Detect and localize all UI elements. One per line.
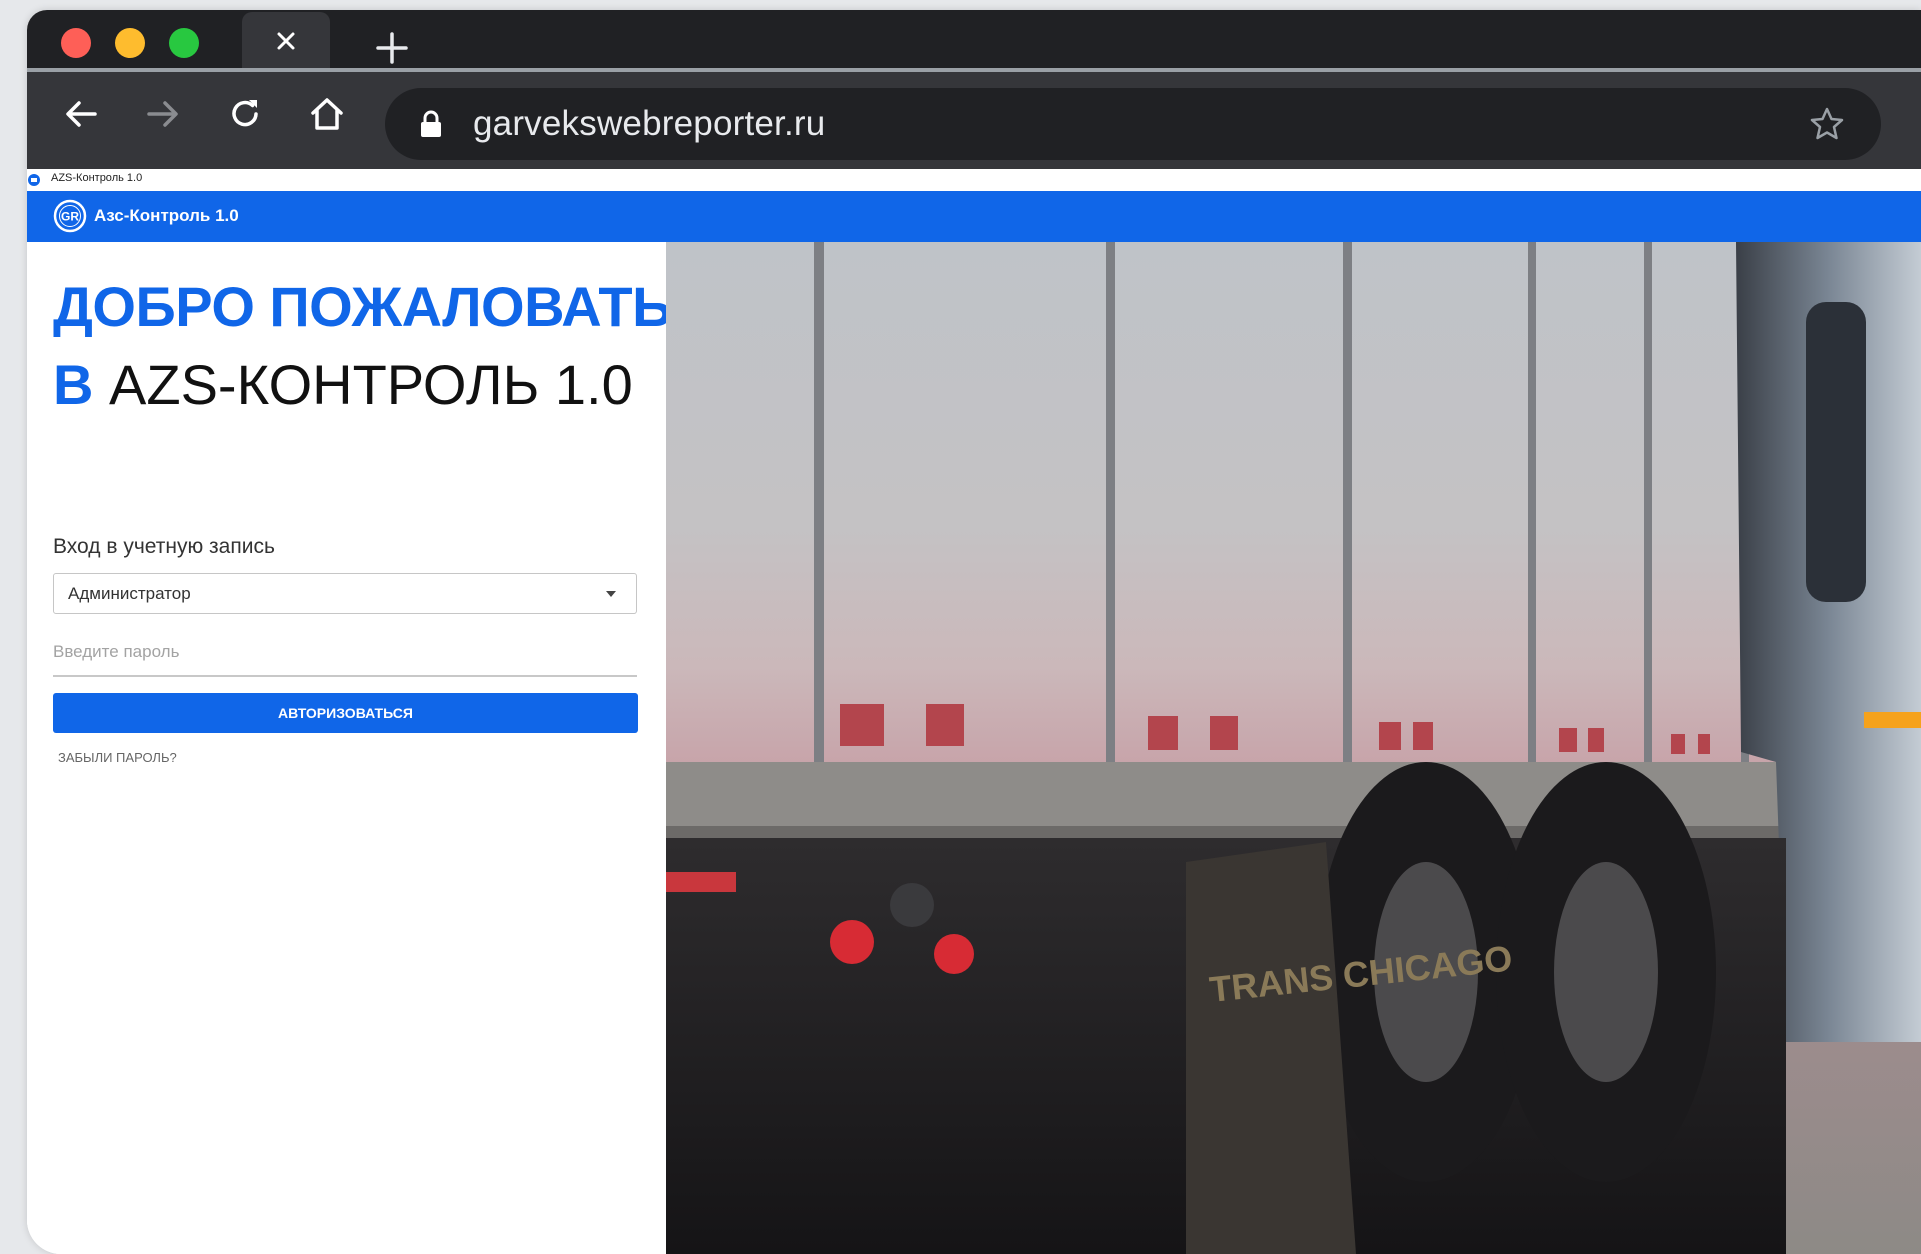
close-window-button[interactable] — [61, 28, 91, 58]
web-page: AZS-Контроль 1.0 GR Азс-Контроль 1.0 ДОБ… — [27, 169, 1921, 1254]
welcome-heading-line2: В AZS-КОНТРОЛЬ 1.0 — [53, 352, 633, 417]
address-bar[interactable]: garvekswebreporter.ru — [385, 88, 1881, 160]
dropdown-caret-icon — [606, 591, 616, 597]
close-icon[interactable] — [271, 26, 301, 56]
app-header: GR Азс-Контроль 1.0 — [27, 191, 1921, 242]
welcome-app-name: AZS-КОНТРОЛЬ 1.0 — [109, 353, 633, 416]
login-label: Вход в учетную запись — [53, 535, 275, 558]
garveks-logo-icon: GR — [53, 199, 87, 233]
bookmark-star-icon[interactable] — [1809, 106, 1845, 142]
password-input[interactable] — [53, 629, 637, 677]
page-caption-text: AZS-Контроль 1.0 — [51, 172, 143, 184]
browser-tab[interactable] — [242, 12, 330, 70]
account-select[interactable]: Администратор — [53, 573, 637, 614]
welcome-preposition: В — [53, 353, 94, 416]
account-select-value: Администратор — [68, 584, 191, 603]
minimize-window-button[interactable] — [115, 28, 145, 58]
forward-arrow-icon[interactable] — [143, 94, 183, 134]
back-arrow-icon[interactable] — [61, 94, 101, 134]
new-tab-icon[interactable] — [374, 30, 410, 66]
app-favicon-icon — [28, 174, 40, 186]
reload-icon[interactable] — [225, 94, 265, 134]
svg-text:GR: GR — [61, 210, 79, 224]
browser-toolbar: garvekswebreporter.ru — [27, 72, 1921, 169]
home-icon[interactable] — [307, 94, 347, 134]
authorize-button[interactable]: АВТОРИЗОВАТЬСЯ — [53, 693, 638, 733]
forgot-password-link[interactable]: ЗАБЫЛИ ПАРОЛЬ? — [58, 750, 177, 765]
tab-strip — [27, 10, 1921, 72]
welcome-heading: ДОБРО ПОЖАЛОВАТЬ — [53, 275, 672, 338]
login-panel: ДОБРО ПОЖАЛОВАТЬ В AZS-КОНТРОЛЬ 1.0 Вход… — [27, 242, 672, 1254]
browser-window: garvekswebreporter.ru AZS-Контроль 1.0 G… — [27, 10, 1921, 1254]
url-text[interactable]: garvekswebreporter.ru — [473, 104, 825, 144]
page-caption: AZS-Контроль 1.0 — [27, 169, 1921, 191]
truck-hero-image: TRANS CHICAGO — [666, 242, 1921, 1254]
truck-photo-illustration: TRANS CHICAGO — [666, 242, 1921, 1254]
lock-icon — [421, 110, 441, 137]
app-name: Азс-Контроль 1.0 — [94, 206, 239, 225]
maximize-window-button[interactable] — [169, 28, 199, 58]
